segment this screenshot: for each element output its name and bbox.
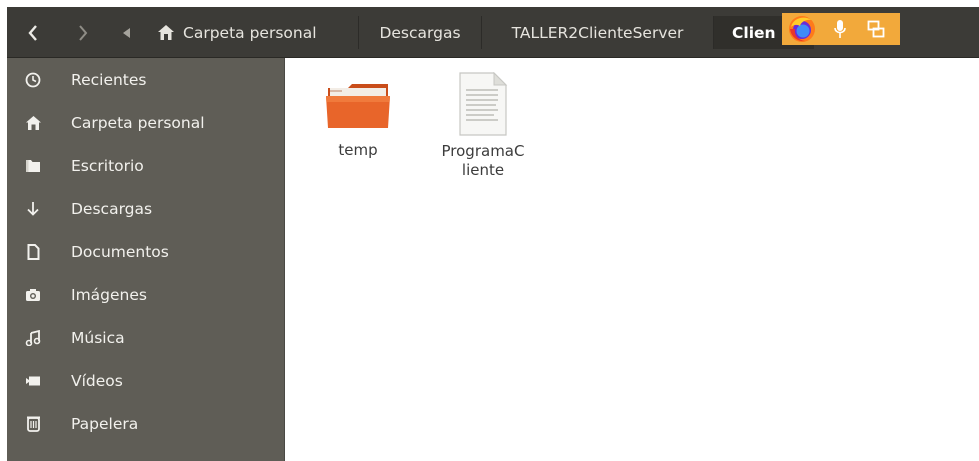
file-name-line1: ProgramaC xyxy=(441,142,525,160)
sidebar-item-label: Papelera xyxy=(71,414,139,433)
folder-icon xyxy=(23,156,43,176)
sidebar-item-label: Escritorio xyxy=(71,156,144,175)
file-manager-window: Carpeta personal Descargas TALLER2Client… xyxy=(7,7,979,461)
breadcrumb-scroll-left-button[interactable] xyxy=(115,16,139,49)
document-icon xyxy=(23,242,43,262)
back-button[interactable] xyxy=(19,16,47,49)
sidebar-item-label: Música xyxy=(71,328,125,347)
text-file-icon xyxy=(459,72,508,136)
sidebar-item-papelera[interactable]: Papelera xyxy=(7,402,284,445)
music-icon xyxy=(23,328,43,348)
home-icon xyxy=(23,113,43,133)
file-name-line2: liente xyxy=(461,161,505,179)
sidebar-item-label: Carpeta personal xyxy=(71,113,205,132)
header-bar: Carpeta personal Descargas TALLER2Client… xyxy=(7,7,979,58)
sidebar-item-videos[interactable]: Vídeos xyxy=(7,359,284,402)
tray-window-switch[interactable] xyxy=(858,13,894,45)
sidebar-item-recientes[interactable]: Recientes xyxy=(7,58,284,101)
sidebar-item-imagenes[interactable]: Imágenes xyxy=(7,273,284,316)
sidebar-item-label: Descargas xyxy=(71,199,153,218)
sidebar-item-musica[interactable]: Música xyxy=(7,316,284,359)
home-icon xyxy=(158,25,174,40)
chevron-right-icon xyxy=(79,24,88,41)
clock-icon xyxy=(23,70,43,90)
triangle-left-icon xyxy=(123,27,130,38)
sidebar-item-descargas[interactable]: Descargas xyxy=(7,187,284,230)
breadcrumb-descargas[interactable]: Descargas xyxy=(359,16,482,49)
breadcrumb-descargas-label: Descargas xyxy=(379,23,461,42)
sidebar-item-escritorio[interactable]: Escritorio xyxy=(7,144,284,187)
trash-icon xyxy=(23,414,43,434)
file-view: temp ProgramaC liente xyxy=(284,58,979,461)
breadcrumb-taller[interactable]: TALLER2ClienteServer xyxy=(482,16,714,49)
sidebar-item-label: Documentos xyxy=(71,242,169,261)
sidebar-item-carpeta-personal[interactable]: Carpeta personal xyxy=(7,101,284,144)
sidebar-item-label: Imágenes xyxy=(71,285,147,304)
firefox-icon xyxy=(789,16,815,42)
forward-button[interactable] xyxy=(69,16,97,49)
sidebar-item-label: Vídeos xyxy=(71,371,123,390)
file-item-programacliente[interactable]: ProgramaC liente xyxy=(428,72,538,180)
microphone-icon xyxy=(834,20,846,38)
window-switch-icon xyxy=(867,20,885,38)
folder-icon xyxy=(326,84,390,128)
tray-overlay xyxy=(782,13,900,45)
video-icon xyxy=(23,371,43,391)
tray-firefox[interactable] xyxy=(782,13,822,45)
breadcrumb-home[interactable]: Carpeta personal xyxy=(141,16,359,49)
download-icon xyxy=(23,199,43,219)
camera-icon xyxy=(23,285,43,305)
breadcrumb-taller-label: TALLER2ClienteServer xyxy=(511,23,684,42)
tray-microphone[interactable] xyxy=(822,13,858,45)
chevron-left-icon xyxy=(28,24,37,41)
file-item-temp[interactable]: temp xyxy=(323,80,393,160)
sidebar-item-label: Recientes xyxy=(71,70,147,89)
breadcrumb-home-label: Carpeta personal xyxy=(183,23,317,42)
sidebar: Recientes Carpeta personal Escritorio De… xyxy=(7,58,284,461)
file-name: temp xyxy=(338,141,378,159)
breadcrumb-current-label: Clien xyxy=(732,23,776,42)
sidebar-item-documentos[interactable]: Documentos xyxy=(7,230,284,273)
